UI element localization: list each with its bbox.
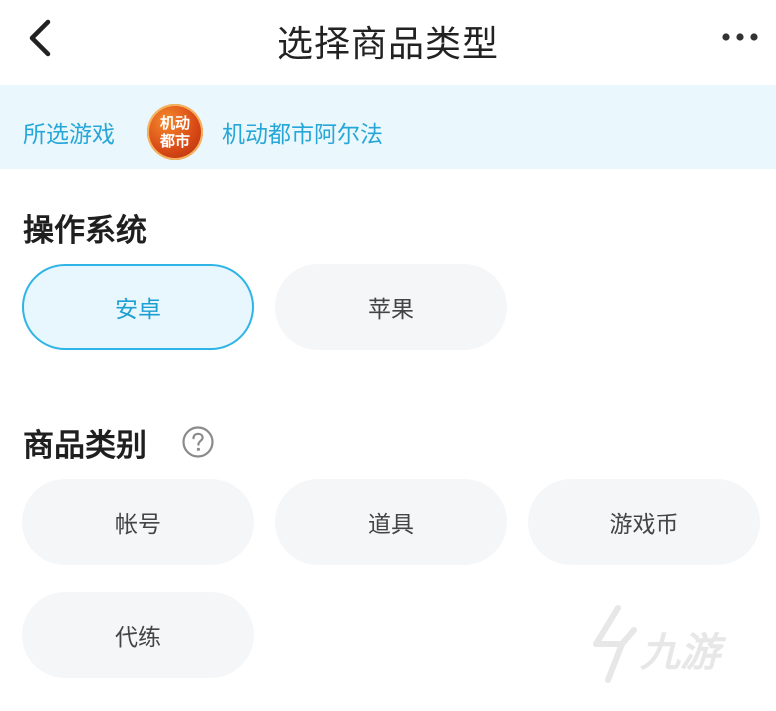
selected-game-bar[interactable]: 所选游戏 机动 都市 机动都市阿尔法 [0, 85, 776, 169]
page: 选择商品类型 所选游戏 机动 都市 机动都市阿尔法 操作系统 安卓 苹果 商品类… [0, 0, 776, 711]
category-option-item[interactable]: 道具 [275, 479, 507, 565]
category-option-label: 游戏币 [609, 512, 679, 538]
category-option-label: 道具 [368, 512, 414, 538]
os-option-android[interactable]: 安卓 [22, 264, 254, 350]
watermark-text: 九游 [640, 630, 727, 676]
category-option-label: 代练 [115, 625, 161, 651]
more-dots-icon [722, 33, 758, 41]
game-logo-icon: 机动 都市 [147, 104, 203, 160]
selected-game-name: 机动都市阿尔法 [222, 122, 383, 148]
game-logo-text-line-2: 都市 [159, 132, 190, 150]
game-logo-text-line-1: 机动 [159, 114, 190, 132]
category-option-label: 帐号 [115, 512, 161, 538]
os-option-label: 苹果 [368, 297, 414, 323]
selected-game-label: 所选游戏 [23, 122, 115, 148]
help-question-icon[interactable] [181, 425, 215, 459]
os-option-label: 安卓 [115, 297, 161, 323]
category-option-account[interactable]: 帐号 [22, 479, 254, 565]
category-option-power-leveling[interactable]: 代练 [22, 592, 254, 678]
page-title: 选择商品类型 [276, 24, 499, 65]
top-nav-bar: 选择商品类型 [0, 0, 776, 85]
category-section-title: 商品类别 [23, 428, 147, 464]
os-section-title: 操作系统 [23, 213, 147, 249]
more-options-button[interactable] [718, 22, 762, 52]
jiuyou-watermark-logo: 九游 [578, 600, 748, 690]
category-option-game-coin[interactable]: 游戏币 [528, 479, 760, 565]
os-option-apple[interactable]: 苹果 [275, 264, 507, 350]
